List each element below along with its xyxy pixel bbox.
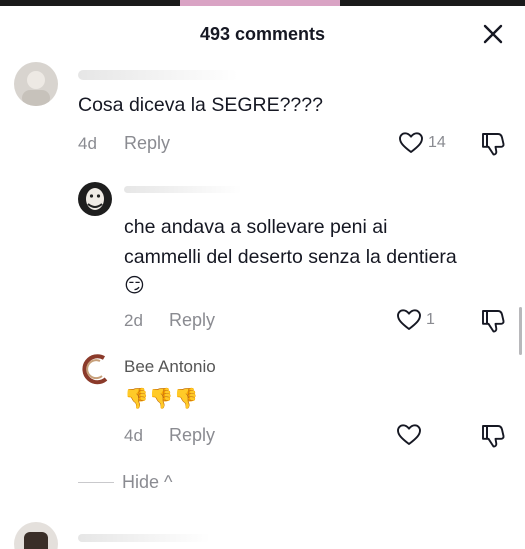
close-button[interactable] bbox=[481, 22, 505, 46]
comment-text-line: che andava a sollevare peni ai bbox=[124, 216, 388, 238]
like-button[interactable]: 1 bbox=[396, 308, 435, 332]
comment-text: Cosa diceva la SEGRE???? bbox=[78, 94, 323, 116]
username-blurred[interactable] bbox=[78, 534, 210, 542]
like-count: 1 bbox=[426, 311, 435, 328]
avatar[interactable] bbox=[78, 352, 112, 386]
comment-age: 2d bbox=[124, 311, 143, 330]
dislike-icon bbox=[482, 133, 505, 156]
close-icon bbox=[483, 24, 503, 44]
dislike-icon bbox=[482, 310, 505, 333]
dislike-icon bbox=[482, 425, 505, 448]
reply-button[interactable]: Reply bbox=[169, 310, 215, 331]
username-blurred[interactable] bbox=[78, 70, 238, 80]
heart-icon bbox=[397, 309, 421, 330]
comments-header: 493 comments bbox=[0, 6, 525, 58]
comment-text-line: cammelli del deserto senza la dentiera bbox=[124, 246, 457, 268]
username-blurred[interactable] bbox=[124, 186, 242, 193]
scrollbar[interactable] bbox=[519, 307, 522, 355]
like-button[interactable]: 14 bbox=[398, 131, 446, 155]
smirk-emoji: 😏 bbox=[124, 273, 145, 297]
like-count: 14 bbox=[428, 134, 446, 151]
avatar[interactable] bbox=[78, 182, 112, 216]
dislike-button[interactable] bbox=[481, 423, 505, 454]
avatar[interactable] bbox=[14, 522, 58, 549]
comments-count-title: 493 comments bbox=[199, 24, 326, 44]
dislike-button[interactable] bbox=[481, 131, 505, 162]
avatar[interactable] bbox=[14, 62, 58, 106]
reply-button[interactable]: Reply bbox=[169, 425, 215, 446]
comment-username[interactable]: Bee Antonio bbox=[124, 357, 216, 377]
heart-icon bbox=[397, 424, 421, 445]
hide-replies-button[interactable]: Hide ^ bbox=[78, 470, 172, 494]
comment-age: 4d bbox=[78, 134, 97, 153]
heart-icon bbox=[399, 132, 423, 153]
hide-label: Hide ^ bbox=[122, 471, 173, 492]
reply-button[interactable]: Reply bbox=[124, 133, 170, 154]
like-button[interactable] bbox=[396, 423, 426, 447]
comment-age: 4d bbox=[124, 426, 143, 445]
dislike-button[interactable] bbox=[481, 308, 505, 339]
divider bbox=[78, 481, 114, 483]
thumbs-down-emoji: 👎👎👎 bbox=[124, 386, 199, 410]
